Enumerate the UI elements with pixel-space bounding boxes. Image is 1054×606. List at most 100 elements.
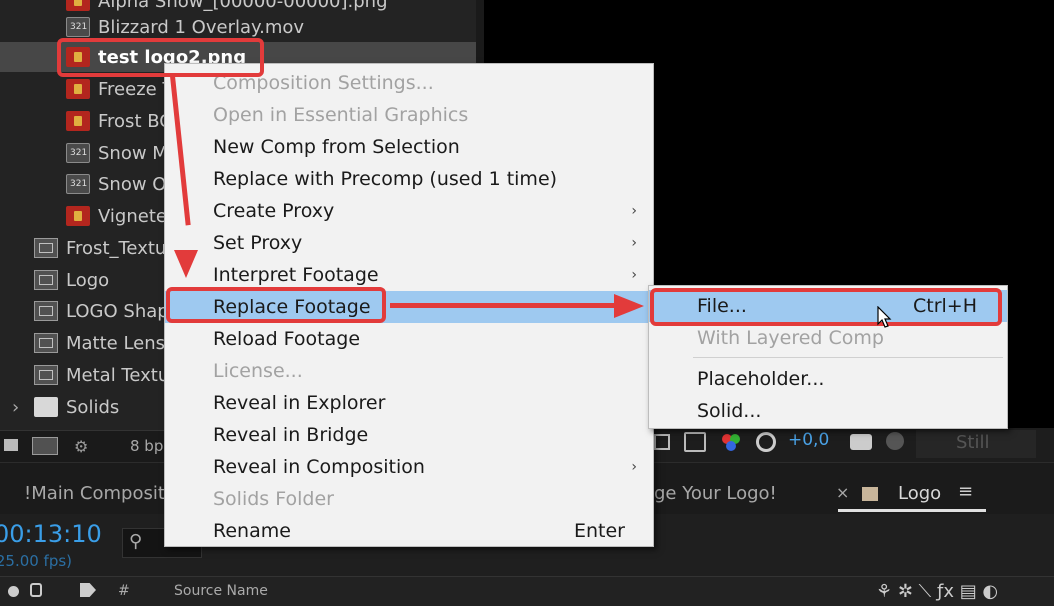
folder-icon (34, 397, 58, 417)
submenu-item[interactable]: With Layered Comp (649, 322, 1007, 354)
clip-icon (66, 174, 90, 194)
channel-colors-icon[interactable] (722, 434, 740, 452)
close-tab-icon[interactable]: × (836, 483, 849, 502)
menu-item-shortcut: Enter (574, 520, 625, 542)
submenu-arrow-icon: › (631, 203, 637, 219)
interpret-footage-icon[interactable] (4, 439, 18, 451)
menu-item-label: Create Proxy (213, 200, 335, 222)
project-settings-icon[interactable]: ⚙ (74, 437, 100, 456)
menu-item-label: Reveal in Explorer (213, 392, 386, 414)
active-tab-underline (838, 509, 986, 512)
composition-icon (34, 301, 58, 321)
menu-item-label: Open in Essential Graphics (213, 104, 469, 126)
png-image-icon (66, 206, 90, 226)
new-composition-icon[interactable] (32, 437, 58, 455)
annotation-box-selected-item (57, 38, 264, 77)
menu-item[interactable]: Open in Essential Graphics (165, 99, 653, 131)
composition-icon (34, 238, 58, 258)
tab-change-your-logo[interactable]: ge Your Logo! (654, 483, 777, 504)
submenu-item[interactable]: Solid... (649, 395, 1007, 427)
submenu-separator (693, 357, 1003, 358)
region-of-interest-icon[interactable] (654, 434, 670, 450)
submenu-item[interactable]: Placeholder... (649, 363, 1007, 395)
submenu-item-label: Solid... (697, 400, 762, 422)
annotation-arrow-right (390, 303, 618, 308)
panel-menu-icon[interactable]: ≡ (958, 481, 973, 502)
menu-item-label: License... (213, 360, 303, 382)
menu-item[interactable]: Reveal in Explorer (165, 387, 653, 419)
column-number: # (118, 583, 130, 599)
menu-item-label: Rename (213, 520, 291, 542)
show-snapshot-icon[interactable] (886, 432, 904, 450)
still-label: Still (956, 432, 990, 453)
project-item-label: Alpha Snow_[00000-00000].png (98, 0, 388, 12)
menu-item[interactable]: Reload Footage (165, 323, 653, 355)
still-field: Still (916, 430, 1036, 458)
composition-tab-icon (862, 487, 878, 501)
menu-item[interactable]: License... (165, 355, 653, 387)
submenu-item-label: Placeholder... (697, 368, 825, 390)
expand-twirl-icon[interactable]: › (12, 397, 19, 418)
timeline-column-header: # Source Name ⚘ ✲ ⟍ ƒx ▤ ◐ (0, 576, 1054, 606)
video-toggle-icon[interactable] (8, 586, 19, 597)
clip-icon (66, 143, 90, 163)
column-source-name[interactable]: Source Name (174, 583, 268, 599)
project-item-label: Snow M (98, 142, 168, 164)
project-item-label: Logo (66, 269, 110, 291)
composition-icon (34, 270, 58, 290)
menu-item-label: Reveal in Bridge (213, 424, 369, 446)
submenu-arrow-icon: › (631, 267, 637, 283)
submenu-arrow-icon: › (631, 235, 637, 251)
project-item-label: Snow O (98, 173, 167, 195)
label-tag-icon[interactable] (80, 583, 96, 597)
project-item-label: Blizzard 1 Overlay.mov (98, 16, 305, 38)
project-item-label: Matte Lens (66, 332, 166, 354)
project-item-label: Vignete (98, 205, 167, 227)
png-image-icon (66, 79, 90, 99)
menu-item[interactable]: Rename Enter (165, 515, 653, 547)
composition-icon (34, 333, 58, 353)
current-time-display[interactable]: 00:13:10 (0, 520, 102, 548)
project-item-label: LOGO Shape (66, 300, 180, 322)
menu-item[interactable]: Replace with Precomp (used 1 time) (165, 163, 653, 195)
submenu-item-label: With Layered Comp (697, 327, 884, 349)
switches-icons[interactable]: ⚘ ✲ ⟍ ƒx ▤ ◐ (876, 581, 998, 602)
annotation-box-replace-footage (166, 287, 386, 323)
png-image-icon (66, 111, 90, 131)
menu-item-label: New Comp from Selection (213, 136, 460, 158)
viewer-toolbar: +0,0 Still (640, 428, 1054, 462)
mouse-cursor-icon (877, 306, 892, 328)
snapshot-icon[interactable] (850, 434, 872, 450)
tab-main-composition[interactable]: !Main Compositi (24, 483, 170, 504)
clip-icon (66, 17, 90, 37)
menu-item-label: Solids Folder (213, 488, 334, 510)
submenu-arrow-icon: › (631, 459, 637, 475)
lock-icon[interactable] (30, 583, 42, 597)
project-item-label: Metal Textu (66, 364, 170, 386)
project-item-label: Frost_Textu (66, 237, 167, 259)
menu-item-label: Replace with Precomp (used 1 time) (213, 168, 558, 190)
tab-logo[interactable]: Logo (898, 483, 941, 504)
exposure-value[interactable]: +0,0 (788, 430, 829, 450)
project-item-label: Frost BG (98, 110, 174, 132)
menu-item[interactable]: Reveal in Bridge (165, 419, 653, 451)
exposure-reset-icon[interactable] (756, 432, 776, 452)
png-sequence-icon (66, 0, 90, 11)
search-icon: ⚲ (129, 531, 143, 552)
project-item-label: Freeze T (98, 78, 174, 100)
menu-item[interactable]: Solids Folder (165, 483, 653, 515)
menu-item[interactable]: Reveal in Composition › (165, 451, 653, 483)
menu-item-label: Reload Footage (213, 328, 361, 350)
composition-icon (34, 365, 58, 385)
annotation-box-file (650, 288, 1002, 326)
menu-item-label: Reveal in Composition (213, 456, 425, 478)
menu-item[interactable]: Create Proxy › (165, 195, 653, 227)
project-item-label: Solids (66, 396, 120, 418)
annotation-arrowhead-right (614, 294, 644, 318)
menu-item[interactable]: New Comp from Selection (165, 131, 653, 163)
grid-guides-icon[interactable] (684, 432, 706, 452)
menu-item[interactable]: Set Proxy › (165, 227, 653, 259)
annotation-arrowhead-down (174, 250, 198, 278)
menu-item-label: Set Proxy (213, 232, 303, 254)
frame-rate-label: (25.00 fps) (0, 552, 73, 570)
